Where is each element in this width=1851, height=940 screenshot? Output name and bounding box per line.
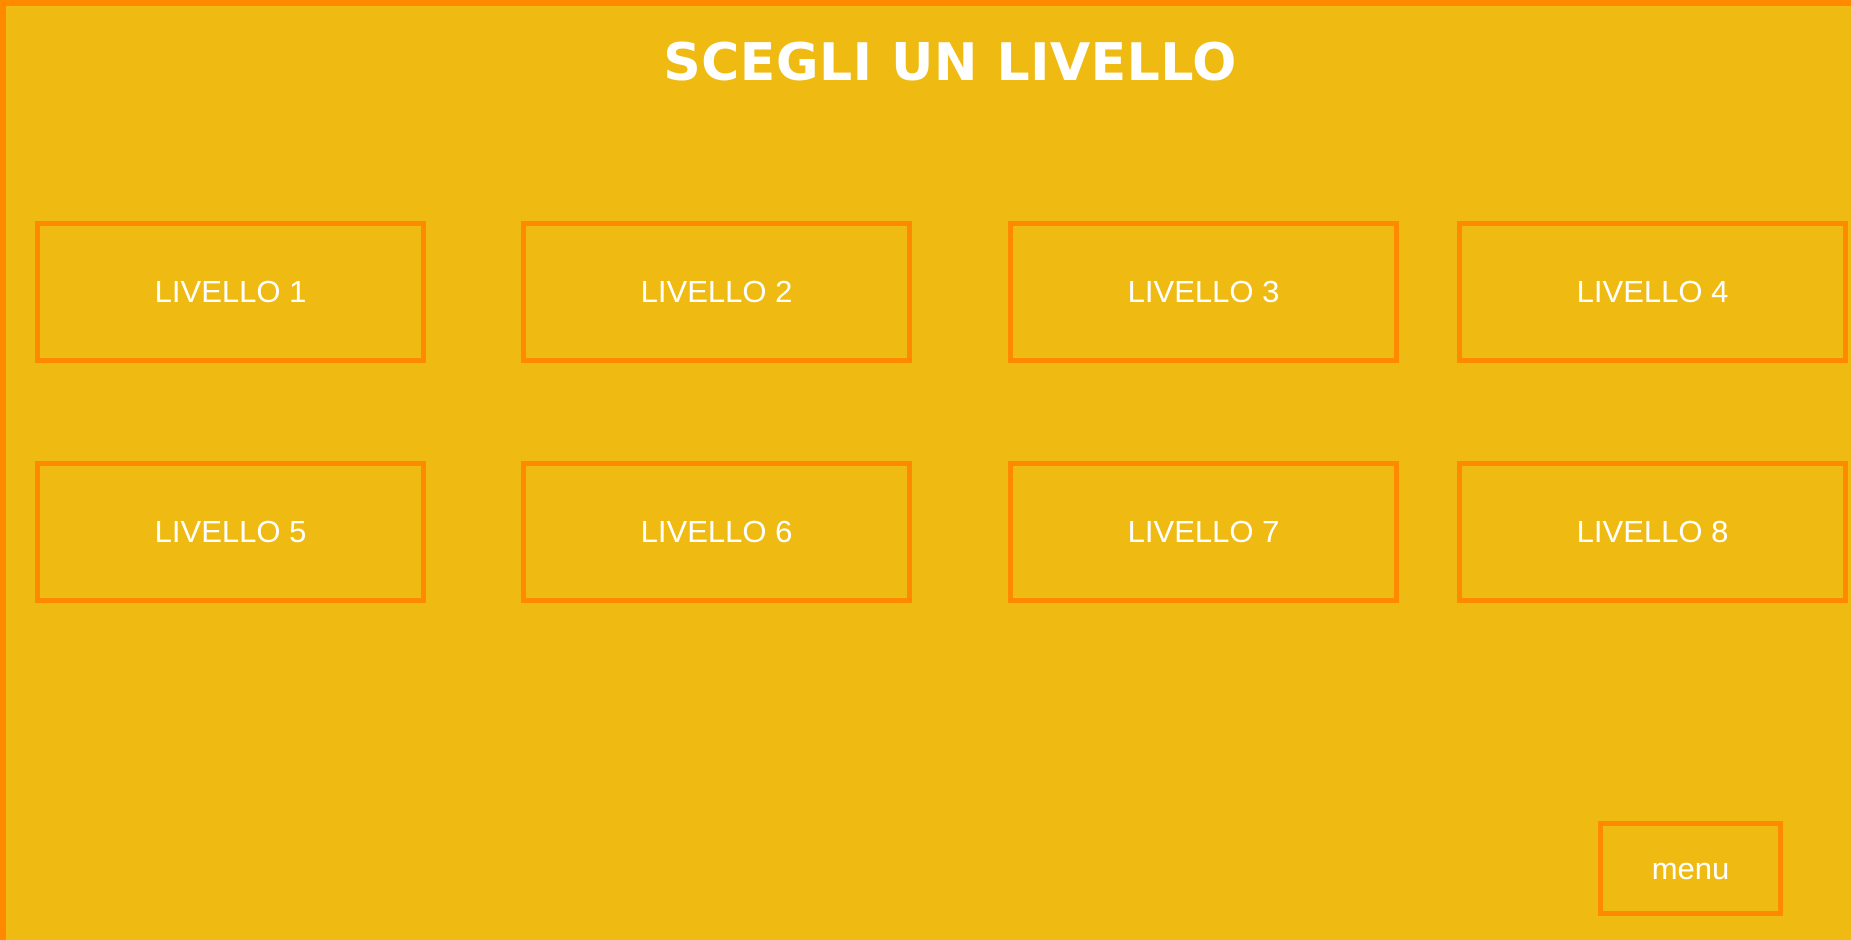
level-3-button[interactable]: LIVELLO 3 (1008, 221, 1399, 363)
menu-button[interactable]: menu (1598, 821, 1783, 916)
level-6-button[interactable]: LIVELLO 6 (521, 461, 912, 603)
level-8-button[interactable]: LIVELLO 8 (1457, 461, 1848, 603)
page-title: SCEGLI UN LIVELLO (663, 33, 1237, 93)
level-4-button[interactable]: LIVELLO 4 (1457, 221, 1848, 363)
level-2-button[interactable]: LIVELLO 2 (521, 221, 912, 363)
level-5-button[interactable]: LIVELLO 5 (35, 461, 426, 603)
level-1-button[interactable]: LIVELLO 1 (35, 221, 426, 363)
level-7-button[interactable]: LIVELLO 7 (1008, 461, 1399, 603)
